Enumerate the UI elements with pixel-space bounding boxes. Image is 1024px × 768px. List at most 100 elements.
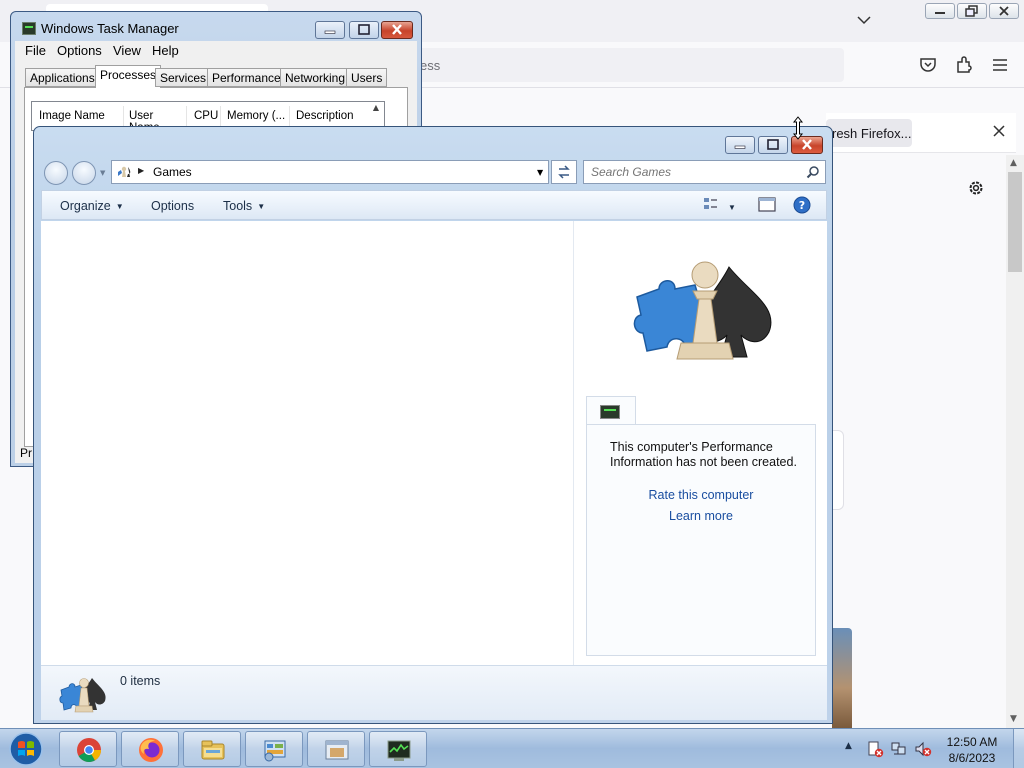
firefox-close-button[interactable] xyxy=(989,3,1019,19)
help-icon[interactable]: ? xyxy=(792,196,812,214)
column-image-name[interactable]: Image Name xyxy=(32,106,124,126)
tm-menu-view[interactable]: View xyxy=(113,43,141,58)
games-artwork-icon xyxy=(633,261,772,360)
search-input[interactable] xyxy=(584,161,799,183)
ge-maximize-button[interactable] xyxy=(758,136,788,154)
learn-more-link[interactable]: Learn more xyxy=(587,509,815,523)
breadcrumb-games[interactable]: Games xyxy=(153,165,192,179)
taskbar: ▲ 12:50 AM 8/6/2023 xyxy=(0,728,1024,768)
taskbar-chrome[interactable] xyxy=(59,731,117,767)
extensions-icon[interactable] xyxy=(954,55,974,75)
tm-menu-options[interactable]: Options xyxy=(57,43,102,58)
performance-message: This computer's Performance Information … xyxy=(610,440,797,469)
task-manager-icon xyxy=(387,740,411,761)
view-options-icon[interactable] xyxy=(703,196,723,214)
chrome-icon xyxy=(77,738,101,763)
details-pane: 0 items xyxy=(41,665,827,720)
breadcrumb-arrow-icon[interactable]: ▶ xyxy=(138,166,144,175)
tm-status-bar: Pr xyxy=(20,446,32,460)
app-menu-icon[interactable] xyxy=(990,55,1010,75)
games-explorer-window: ▼ ▶ Games ▼ Organize ▼ Options Tools ▼ ▼ ?… xyxy=(33,126,833,724)
address-dropdown-icon[interactable]: ▼ xyxy=(537,168,543,177)
taskbar-explorer[interactable] xyxy=(183,731,241,767)
refresh-firefox-button[interactable]: resh Firefox... xyxy=(826,119,912,147)
column-memory[interactable]: Memory (... xyxy=(220,106,290,126)
start-button-icon[interactable] xyxy=(5,731,47,767)
item-count: 0 items xyxy=(120,674,161,688)
tab-applications[interactable]: Applications xyxy=(25,68,100,87)
forward-button[interactable] xyxy=(72,161,96,185)
close-notice-icon[interactable] xyxy=(992,124,1006,138)
back-button[interactable] xyxy=(44,161,68,185)
refresh-icon xyxy=(558,165,570,179)
list-scroll-up-icon[interactable]: ▲ xyxy=(368,103,384,117)
network-icon[interactable] xyxy=(890,740,908,758)
tab-users[interactable]: Users xyxy=(346,68,388,87)
task-manager-app-icon xyxy=(22,22,36,35)
games-folder-icon xyxy=(118,166,131,177)
pocket-icon[interactable] xyxy=(918,55,938,75)
taskbar-firefox[interactable] xyxy=(121,731,179,767)
refresh-firefox-label: resh Firefox... xyxy=(832,126,912,141)
url-bar[interactable]: ess xyxy=(416,48,844,82)
search-icon[interactable] xyxy=(806,165,820,179)
organize-button[interactable]: Organize ▼ xyxy=(60,199,124,213)
rate-this-computer-link[interactable]: Rate this computer xyxy=(587,488,815,502)
column-description[interactable]: Description xyxy=(289,106,369,126)
options-button[interactable]: Options xyxy=(151,199,194,213)
pane-divider[interactable] xyxy=(573,221,574,665)
recent-pages-icon[interactable]: ▼ xyxy=(100,169,105,177)
content-thumbnail xyxy=(832,628,852,728)
address-bar[interactable]: ▶ Games ▼ xyxy=(111,160,549,184)
column-user-name[interactable]: User Name xyxy=(122,106,187,134)
search-box[interactable] xyxy=(583,160,826,184)
tools-caret-icon: ▼ xyxy=(257,202,266,211)
firefox-restore-button[interactable] xyxy=(957,3,987,19)
tm-close-button[interactable] xyxy=(381,21,413,39)
firefox-minimize-button[interactable] xyxy=(925,3,955,19)
firefox-icon xyxy=(139,738,163,762)
ge-minimize-button[interactable] xyxy=(725,136,755,154)
explorer-icon xyxy=(201,740,225,760)
preview-pane-icon[interactable] xyxy=(757,196,777,214)
system-clock[interactable]: 12:50 AM 8/6/2023 xyxy=(936,734,1008,766)
nav-buttons xyxy=(44,161,104,185)
show-hidden-icons[interactable]: ▲ xyxy=(845,741,852,751)
tm-maximize-button[interactable] xyxy=(349,21,379,39)
tab-performance[interactable]: Performance xyxy=(207,68,286,87)
performance-monitor-icon xyxy=(600,405,620,419)
tools-label: Tools xyxy=(223,199,253,213)
games-small-icon xyxy=(59,678,106,713)
games-explorer-icon xyxy=(325,740,349,760)
tab-processes[interactable]: Processes xyxy=(95,65,162,88)
taskbar-task-manager[interactable] xyxy=(369,731,427,767)
scrollbar-thumb[interactable] xyxy=(1008,172,1022,272)
volume-muted-icon[interactable] xyxy=(914,740,932,758)
tm-minimize-button[interactable] xyxy=(315,21,345,39)
action-center-icon[interactable] xyxy=(866,740,884,758)
gear-icon[interactable] xyxy=(966,178,986,198)
refresh-button[interactable] xyxy=(551,160,577,184)
column-cpu[interactable]: CPU xyxy=(187,106,221,126)
clock-time: 12:50 AM xyxy=(946,735,998,749)
scroll-up-arrow-icon[interactable]: ▲ xyxy=(1010,158,1017,168)
task-manager-title: Windows Task Manager xyxy=(41,21,179,36)
svg-text:?: ? xyxy=(799,199,805,212)
command-bar: Organize ▼ Options Tools ▼ ▼ ? xyxy=(41,190,827,220)
performance-tab[interactable] xyxy=(586,396,636,426)
tm-menu-bar: File Options View Help xyxy=(15,41,417,61)
scroll-down-arrow-icon[interactable]: ▼ xyxy=(1010,714,1017,724)
clock-date: 8/6/2023 xyxy=(948,751,996,765)
tm-menu-file[interactable]: File xyxy=(25,43,46,58)
tab-services[interactable]: Services xyxy=(155,68,212,87)
organize-caret-icon: ▼ xyxy=(115,202,124,211)
tools-button[interactable]: Tools ▼ xyxy=(223,199,265,213)
list-all-tabs-icon[interactable] xyxy=(856,12,872,28)
view-dropdown-icon[interactable]: ▼ xyxy=(728,200,736,214)
taskbar-control-panel[interactable] xyxy=(245,731,303,767)
tm-menu-help[interactable]: Help xyxy=(152,43,179,58)
show-desktop-button[interactable] xyxy=(1013,729,1024,768)
taskbar-games-explorer[interactable] xyxy=(307,731,365,767)
control-panel-icon xyxy=(264,740,286,762)
tab-networking[interactable]: Networking xyxy=(280,68,351,87)
